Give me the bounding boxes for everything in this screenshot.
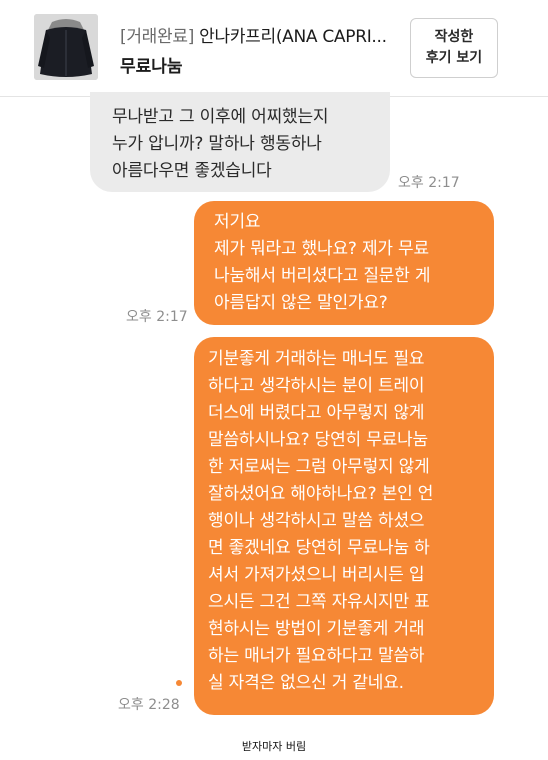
review-button-line1: 작성한 <box>434 29 474 45</box>
message-line: 현하시는 방법이 기분좋게 거래 <box>208 619 425 639</box>
message-line: 누가 압니까? 말하나 행동하나 <box>112 134 322 154</box>
message-line: 기분좋게 거래하는 매너도 필요 <box>208 349 425 369</box>
message-line: 무나받고 그 이후에 어찌했는지 <box>112 107 329 127</box>
product-thumbnail[interactable] <box>34 14 98 80</box>
message-line: 아름다우면 좋겠습니다 <box>112 161 272 181</box>
message-line: 제가 뭐라고 했나요? 제가 무료 <box>214 239 429 259</box>
message-line: 잘하셨어요 해야하나요? 본인 언 <box>208 484 434 504</box>
message-line: 나눔해서 버리셨다고 질문한 게 <box>214 266 431 286</box>
message-timestamp: 오후 2:28 <box>118 697 180 713</box>
view-review-button[interactable]: 작성한 후기 보기 <box>410 18 498 78</box>
message-line: 행이나 생각하시고 말씀 하셨으 <box>208 511 425 531</box>
trade-status: [거래완료] <box>120 27 195 47</box>
product-title[interactable]: [거래완료] 안나카프리(ANA CAPRI... <box>120 22 410 47</box>
message-line: 하다고 생각하시는 분이 트레이 <box>208 376 425 396</box>
product-name: 안나카프리(ANA CAPRI... <box>199 27 387 47</box>
unread-indicator-dot <box>176 680 182 686</box>
message-line: 아름답지 않은 말인가요? <box>214 293 388 313</box>
outgoing-message-bubble: 기분좋게 거래하는 매너도 필요 하다고 생각하시는 분이 트레이 더스에 버렸… <box>194 337 494 715</box>
incoming-message-bubble: 무나받고 그 이후에 어찌했는지 누가 압니까? 말하나 행동하나 아름다우면 … <box>90 92 390 192</box>
message-timestamp: 오후 2:17 <box>126 309 188 325</box>
message-line: 면 좋겠네요 당연히 무료나눔 하 <box>208 538 430 558</box>
chat-header: [거래완료] 안나카프리(ANA CAPRI... 무료나눔 작성한 후기 보기 <box>0 0 548 97</box>
outgoing-message-bubble: 저기요 제가 뭐라고 했나요? 제가 무료 나눔해서 버리셨다고 질문한 게 아… <box>194 201 494 325</box>
message-line: 저기요 <box>214 212 261 232</box>
message-line: 셔서 가져가셨으니 버리시든 입 <box>208 565 425 585</box>
product-price-label: 무료나눔 <box>120 57 183 77</box>
message-line: 한 저로써는 그럼 아무렇지 않게 <box>208 457 430 477</box>
message-line: 으시든 그건 그쪽 자유시지만 표 <box>208 592 430 612</box>
message-line: 실 자격은 없으신 거 같네요. <box>208 673 404 693</box>
review-button-line2: 후기 보기 <box>425 50 483 66</box>
image-caption: 받자마자 버림 <box>241 740 307 753</box>
message-line: 말씀하시나요? 당연히 무료나눔 <box>208 430 428 450</box>
message-line: 더스에 버렸다고 아무렇지 않게 <box>208 403 425 423</box>
message-line: 하는 매너가 필요하다고 말씀하 <box>208 646 425 666</box>
message-timestamp: 오후 2:17 <box>398 175 460 191</box>
